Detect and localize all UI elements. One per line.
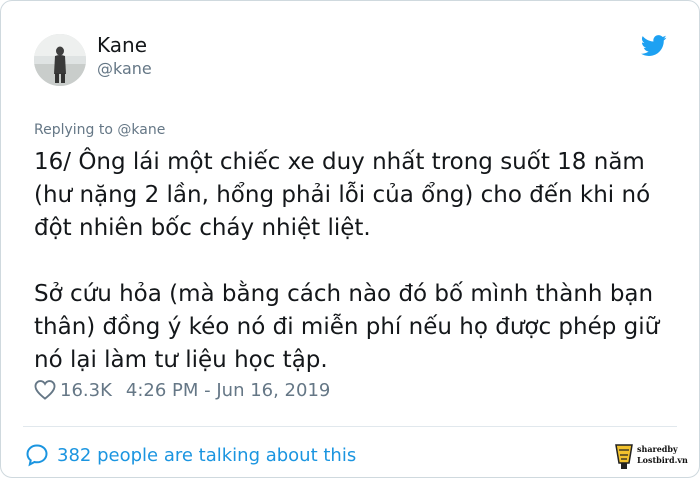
lostbird-logo-icon: [615, 444, 633, 469]
user-handle[interactable]: @kane: [97, 59, 152, 79]
avatar-photo-icon: [34, 34, 86, 86]
heart-icon[interactable]: [34, 380, 56, 400]
talking-about-link[interactable]: 382 people are talking about this: [25, 441, 356, 469]
watermark-line2: Lostbird.vn: [637, 455, 688, 465]
tweet-meta: 16.3K 4:26 PM - Jun 16, 2019: [34, 376, 330, 404]
speech-bubble-icon: [26, 444, 48, 467]
twitter-bird-icon[interactable]: [641, 35, 667, 57]
like-count[interactable]: 16.3K: [60, 380, 112, 401]
avatar[interactable]: [34, 34, 86, 86]
tweet-paragraph: Sở cứu hỏa (mà bằng cách nào đó bố mình …: [34, 281, 660, 373]
watermark: sharedby Lostbird.vn: [613, 439, 697, 473]
watermark-line1: sharedby: [637, 444, 678, 454]
divider: [23, 426, 677, 427]
timestamp[interactable]: 4:26 PM - Jun 16, 2019: [126, 380, 330, 401]
display-name[interactable]: Kane: [97, 32, 147, 58]
talking-text: 382 people are talking about this: [57, 444, 357, 466]
tweet-paragraph: 16/ Ông lái một chiếc xe duy nhất trong …: [34, 149, 651, 241]
replying-to[interactable]: Replying to @kane: [34, 121, 165, 139]
tweet-card: Kane @kane Replying to @kane 16/ Ông lái…: [0, 0, 700, 478]
tweet-text: 16/ Ông lái một chiếc xe duy nhất trong …: [34, 146, 684, 377]
